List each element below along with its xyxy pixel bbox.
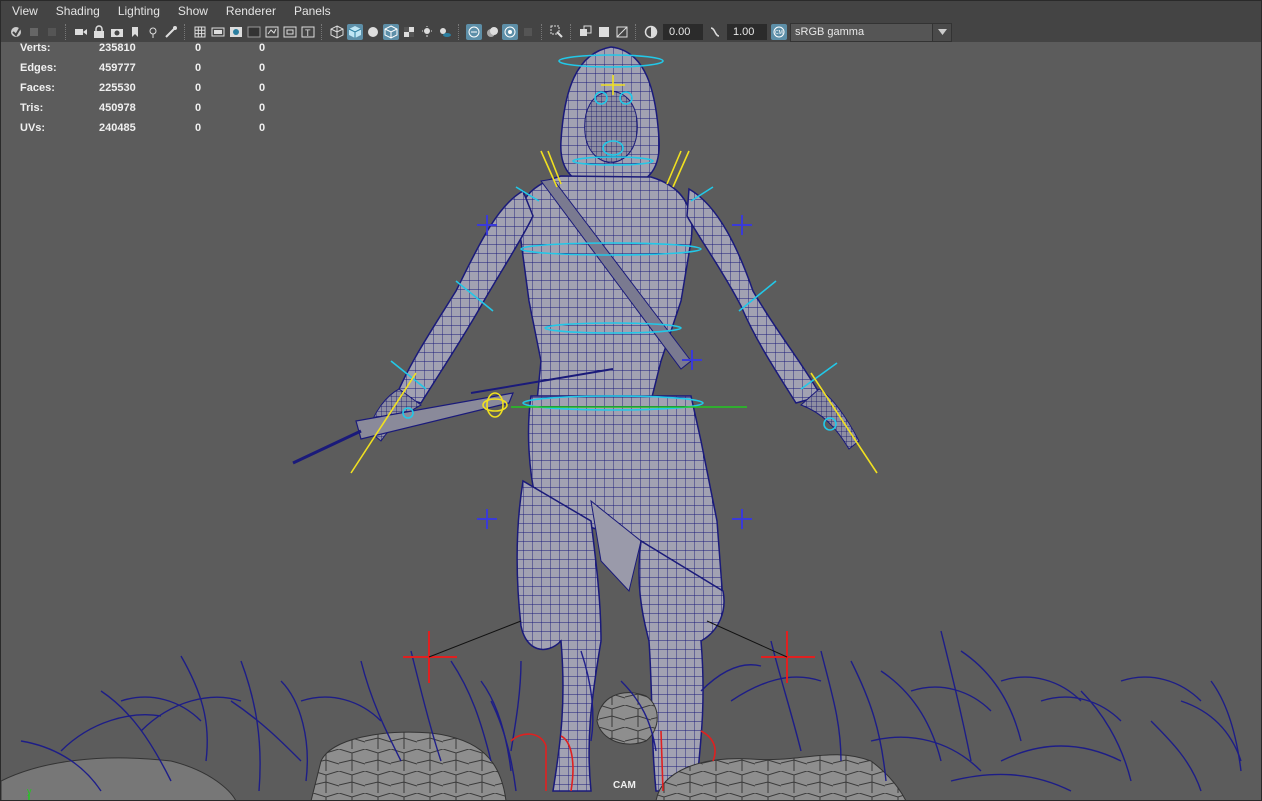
hud-label: Faces: [20, 82, 55, 94]
image-plane-icon[interactable] [145, 24, 161, 40]
3d-viewport[interactable]: y x [1, 42, 1261, 800]
hud-label: Tris: [20, 102, 44, 114]
chevron-down-icon [932, 23, 951, 41]
scene-render [1, 46, 1242, 800]
hud-value: 0 [195, 42, 202, 54]
toolbar-separator [541, 24, 544, 40]
menu-view[interactable]: View [1, 1, 45, 22]
wireframe-icon[interactable] [329, 24, 345, 40]
exposure-icon[interactable] [643, 24, 659, 40]
gamma-icon[interactable] [707, 24, 723, 40]
hud-value: 0 [259, 122, 266, 134]
hud-value: 0 [259, 102, 266, 114]
xray-icon[interactable] [466, 24, 482, 40]
panel-toolbar: T CM sRGB gamma [1, 22, 1261, 43]
toolbar-separator [321, 24, 324, 40]
hud-label: Verts: [20, 42, 51, 54]
hud-value: 0 [259, 62, 266, 74]
menu-renderer[interactable]: Renderer [215, 1, 283, 22]
menu-show[interactable]: Show [167, 1, 215, 22]
rock-meshes[interactable] [1, 692, 907, 800]
bookmark-icon[interactable] [127, 24, 143, 40]
xray-joints-icon[interactable] [502, 24, 518, 40]
hud-row-edges: Edges: 459777 0 0 [20, 62, 279, 82]
pan-zoom-icon[interactable] [163, 24, 179, 40]
bookmarks-icon[interactable] [44, 24, 60, 40]
textured-icon[interactable] [401, 24, 417, 40]
hud-label: Edges: [20, 62, 57, 74]
safe-title-icon[interactable]: T [300, 24, 316, 40]
high-quality-icon[interactable] [578, 24, 594, 40]
poly-count-hud: Verts: 235810 0 0 Edges: 459777 0 0 Face… [20, 42, 279, 142]
hud-value: 450978 [99, 102, 136, 114]
resolution-gate-icon[interactable] [228, 24, 244, 40]
toolbar-separator [184, 24, 187, 40]
view-transform-value: sRGB gamma [795, 26, 865, 38]
safe-action-icon[interactable] [282, 24, 298, 40]
field-chart-icon[interactable] [264, 24, 280, 40]
default-material-icon[interactable] [365, 24, 381, 40]
toolbar-separator [570, 24, 573, 40]
lock-camera-icon[interactable] [91, 24, 107, 40]
hud-row-tris: Tris: 450978 0 0 [20, 102, 279, 122]
hud-value: 0 [259, 42, 266, 54]
film-gate-icon[interactable] [210, 24, 226, 40]
hud-value: 459777 [99, 62, 136, 74]
wireframe-on-shaded-icon[interactable] [383, 24, 399, 40]
gamma-field[interactable] [727, 24, 767, 40]
menu-lighting[interactable]: Lighting [107, 1, 167, 22]
hud-value: 0 [195, 122, 202, 134]
color-management-icon[interactable]: CM [771, 24, 787, 40]
menu-shading[interactable]: Shading [45, 1, 107, 22]
camera-attributes-icon[interactable] [26, 24, 42, 40]
camera-name-label: CAM [613, 780, 636, 791]
svg-text:T: T [305, 28, 311, 38]
hud-row-uvs: UVs: 240485 0 0 [20, 122, 279, 142]
backface-culling-icon[interactable] [520, 24, 536, 40]
use-all-lights-icon[interactable] [419, 24, 435, 40]
hud-value: 0 [195, 82, 202, 94]
hud-value: 235810 [99, 42, 136, 54]
hud-row-verts: Verts: 235810 0 0 [20, 42, 279, 62]
toolbar-separator [635, 24, 638, 40]
select-camera-icon[interactable] [8, 24, 24, 40]
axis-gizmo: y x [17, 786, 47, 800]
isolate-select-icon[interactable] [549, 24, 565, 40]
hud-value: 240485 [99, 122, 136, 134]
view-transform-select[interactable]: sRGB gamma [790, 22, 952, 42]
ambient-occlusion-icon[interactable] [614, 24, 630, 40]
svg-text:CM: CM [775, 30, 783, 36]
hud-value: 0 [259, 82, 266, 94]
exposure-field[interactable] [663, 24, 703, 40]
toolbar-separator [458, 24, 461, 40]
hud-row-faces: Faces: 225530 0 0 [20, 82, 279, 102]
camera-snapshot-icon[interactable] [109, 24, 125, 40]
multisample-aa-icon[interactable] [596, 24, 612, 40]
grid-icon[interactable] [192, 24, 208, 40]
hud-label: UVs: [20, 122, 46, 134]
hud-value: 0 [195, 62, 202, 74]
maya-viewport-panel: View Shading Lighting Show Renderer Pane… [0, 0, 1262, 801]
xray-active-icon[interactable] [484, 24, 500, 40]
camera-icon[interactable] [73, 24, 89, 40]
hud-value: 0 [195, 102, 202, 114]
axis-y-label: y [27, 788, 32, 796]
menu-panels[interactable]: Panels [283, 1, 338, 22]
smooth-shade-icon[interactable] [347, 24, 363, 40]
toolbar-separator [65, 24, 68, 40]
panel-menu-bar: View Shading Lighting Show Renderer Pane… [1, 1, 1261, 22]
hud-value: 225530 [99, 82, 136, 94]
gate-mask-icon[interactable] [246, 24, 262, 40]
shadows-icon[interactable] [437, 24, 453, 40]
